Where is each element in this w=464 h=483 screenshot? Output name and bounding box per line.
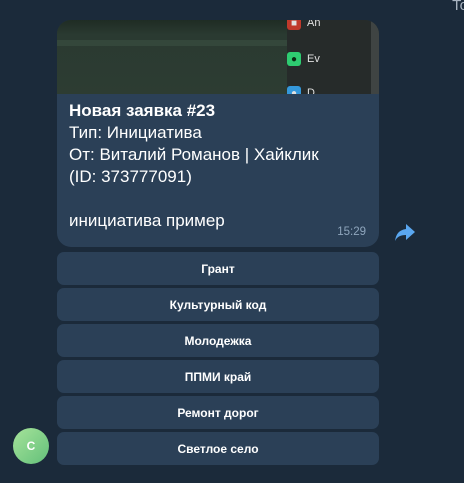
app-label: Ev bbox=[307, 53, 320, 65]
message-timestamp: 15:29 bbox=[337, 226, 366, 238]
avatar-letter: С bbox=[26, 439, 36, 453]
button-grant[interactable]: Грант bbox=[57, 252, 379, 285]
button-bright-village[interactable]: Светлое село bbox=[57, 432, 379, 465]
button-youth[interactable]: Молодежка bbox=[57, 324, 379, 357]
app-label: D bbox=[307, 87, 315, 94]
app-row: ■ An bbox=[287, 20, 320, 32]
message-media-preview[interactable]: ■ An ● Ev ● D bbox=[57, 20, 379, 94]
avatar[interactable]: С bbox=[13, 428, 49, 464]
button-road-repair[interactable]: Ремонт дорог bbox=[57, 396, 379, 429]
forward-icon[interactable] bbox=[394, 222, 416, 242]
message-type-line: Тип: Инициатива bbox=[69, 123, 202, 142]
message-description-line: инициатива пример bbox=[69, 211, 225, 230]
app-row: ● Ev bbox=[287, 50, 320, 68]
message-from-line: От: Виталий Романов | Хайклик bbox=[69, 145, 319, 164]
red-app-icon: ■ bbox=[287, 20, 301, 30]
message-id-line: (ID: 373777091) bbox=[69, 167, 192, 186]
media-screenshot-area bbox=[57, 20, 287, 94]
header-partial-text: To bbox=[452, 0, 464, 14]
evernote-icon: ● bbox=[287, 52, 301, 66]
message-bubble[interactable]: ■ An ● Ev ● D Новая заявка #23 Тип: Иниц… bbox=[57, 20, 379, 247]
blue-app-icon: ● bbox=[287, 86, 301, 94]
message-title: Новая заявка #23 bbox=[69, 101, 216, 120]
message-text: Новая заявка #23 Тип: Инициатива От: Вит… bbox=[69, 100, 369, 232]
media-app-list: ■ An ● Ev ● D bbox=[287, 20, 379, 94]
app-label: An bbox=[307, 20, 321, 29]
button-cultural-code[interactable]: Культурный код bbox=[57, 288, 379, 321]
button-ppmi-krai[interactable]: ППМИ край bbox=[57, 360, 379, 393]
app-row: ● D bbox=[287, 84, 315, 94]
